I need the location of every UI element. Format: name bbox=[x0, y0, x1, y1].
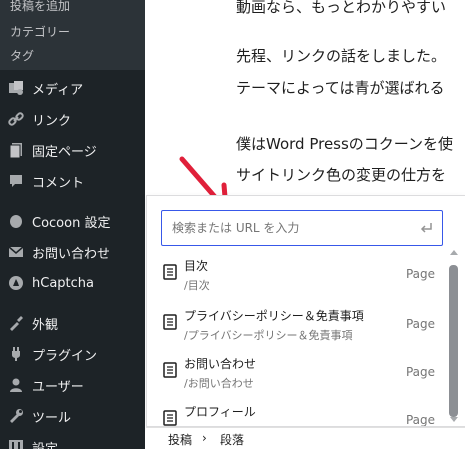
suggestion-path: /目次 bbox=[184, 279, 210, 292]
link-search-box bbox=[161, 210, 443, 246]
page-document-icon bbox=[163, 264, 177, 280]
link-suggestion[interactable]: お問い合わせ /お問い合わせ Page bbox=[155, 350, 445, 398]
sidebar-item-label: リンク bbox=[32, 113, 72, 129]
link-suggestion[interactable]: プライバシーポリシー＆免責事項 /プライバシーポリシー＆免責事項 Page bbox=[155, 302, 445, 350]
paragraph-line[interactable]: テーマによっては青が選ばれる bbox=[236, 77, 445, 98]
sidebar-item-label: プラグイン bbox=[32, 348, 98, 364]
sidebar-item-label: hCaptcha bbox=[32, 275, 94, 291]
mail-icon bbox=[8, 246, 24, 257]
paragraph-line[interactable]: 動画なら、もっとわかりやすい bbox=[236, 0, 446, 17]
sidebar-item-label: ツール bbox=[32, 410, 72, 426]
sidebar-item-tools[interactable]: ツール bbox=[0, 401, 145, 431]
comment-icon bbox=[10, 175, 22, 187]
scrollbar-thumb[interactable] bbox=[449, 265, 458, 417]
breadcrumb-root[interactable]: 投稿 bbox=[168, 431, 192, 448]
suggestion-type: Page bbox=[405, 365, 435, 379]
submit-enter-icon[interactable] bbox=[418, 220, 434, 236]
link-suggestion[interactable]: 目次 /目次 Page bbox=[155, 252, 445, 300]
breadcrumb-separator: › bbox=[202, 431, 207, 445]
paragraph-line[interactable]: 先程、リンクの話をしました。 bbox=[236, 45, 446, 66]
page-document-icon bbox=[163, 314, 177, 330]
link-icon bbox=[8, 112, 24, 126]
submenu-categories[interactable]: カテゴリー bbox=[10, 23, 70, 40]
sidebar-item-users[interactable]: ユーザー bbox=[0, 370, 145, 400]
suggestion-path: /プライバシーポリシー＆免責事項 bbox=[184, 329, 353, 342]
suggestion-title: 目次 bbox=[184, 259, 209, 273]
sidebar-item-appearance[interactable]: 外観 bbox=[0, 308, 145, 338]
sidebar-item-plugins[interactable]: プラグイン bbox=[0, 339, 145, 369]
submenu-tags[interactable]: タグ bbox=[10, 47, 34, 64]
user-icon bbox=[10, 378, 22, 392]
sidebar-item-contact[interactable]: お問い合わせ bbox=[0, 237, 145, 267]
block-breadcrumb: 投稿 › 段落 bbox=[146, 427, 465, 449]
suggestion-title: お問い合わせ bbox=[184, 357, 257, 371]
posts-submenu: 投稿を追加 カテゴリー タグ bbox=[0, 0, 145, 70]
page-document-icon bbox=[163, 362, 177, 378]
admin-sidebar: 投稿を追加 カテゴリー タグ メディア リンク 固定ページ コメント Cocoo… bbox=[0, 0, 145, 449]
sidebar-item-media[interactable]: メディア bbox=[0, 73, 145, 103]
cocoon-icon bbox=[10, 215, 22, 228]
suggestion-type: Page bbox=[405, 413, 435, 427]
link-search-input[interactable] bbox=[172, 211, 412, 244]
breadcrumb-current: 段落 bbox=[220, 433, 245, 447]
tools-icon bbox=[10, 409, 23, 423]
sidebar-item-cocoon-settings[interactable]: Cocoon 設定 bbox=[0, 206, 145, 236]
suggestions-scrollbar[interactable] bbox=[448, 248, 460, 426]
sidebar-item-hcaptcha[interactable]: hCaptcha bbox=[0, 268, 145, 298]
suggestion-type: Page bbox=[405, 267, 435, 281]
link-popover: 目次 /目次 Page プライバシーポリシー＆免責事項 /プライバシーポリシー＆… bbox=[146, 195, 465, 427]
settings-icon bbox=[9, 440, 23, 449]
scroll-down-icon[interactable] bbox=[450, 417, 458, 422]
submenu-add-post[interactable]: 投稿を追加 bbox=[10, 0, 70, 14]
sidebar-item-label: コメント bbox=[32, 175, 85, 191]
suggestion-path: /お問い合わせ bbox=[184, 377, 254, 390]
sidebar-item-label: メディア bbox=[32, 82, 84, 98]
sidebar-item-label: 外観 bbox=[32, 317, 59, 333]
plugin-icon bbox=[12, 347, 20, 361]
sidebar-item-label: お問い合わせ bbox=[32, 246, 111, 262]
sidebar-item-pages[interactable]: 固定ページ bbox=[0, 135, 145, 165]
suggestion-type: Page bbox=[405, 317, 435, 331]
paragraph-line[interactable]: サイトリンク色の変更の仕方を bbox=[236, 164, 446, 185]
appearance-icon bbox=[10, 316, 23, 331]
sidebar-item-label: 設定 bbox=[32, 441, 59, 449]
sidebar-item-comments[interactable]: コメント bbox=[0, 166, 145, 196]
sidebar-item-links[interactable]: リンク bbox=[0, 104, 145, 134]
suggestion-title: プロフィール bbox=[184, 405, 256, 419]
scroll-up-icon[interactable] bbox=[450, 250, 458, 255]
page-icon bbox=[9, 143, 22, 158]
sidebar-item-settings[interactable]: 設定 bbox=[0, 432, 145, 449]
suggestion-title: プライバシーポリシー＆免責事項 bbox=[184, 309, 364, 323]
sidebar-item-label: 固定ページ bbox=[32, 144, 97, 160]
hcaptcha-icon bbox=[9, 276, 23, 290]
sidebar-item-label: ユーザー bbox=[32, 379, 84, 395]
media-icon bbox=[9, 81, 23, 95]
link-suggestion[interactable]: プロフィール Page bbox=[155, 398, 445, 427]
sidebar-item-label: Cocoon 設定 bbox=[32, 215, 111, 231]
paragraph-line[interactable]: 僕はWord Pressのコクーンを使 bbox=[236, 133, 453, 154]
page-document-icon bbox=[163, 410, 177, 426]
